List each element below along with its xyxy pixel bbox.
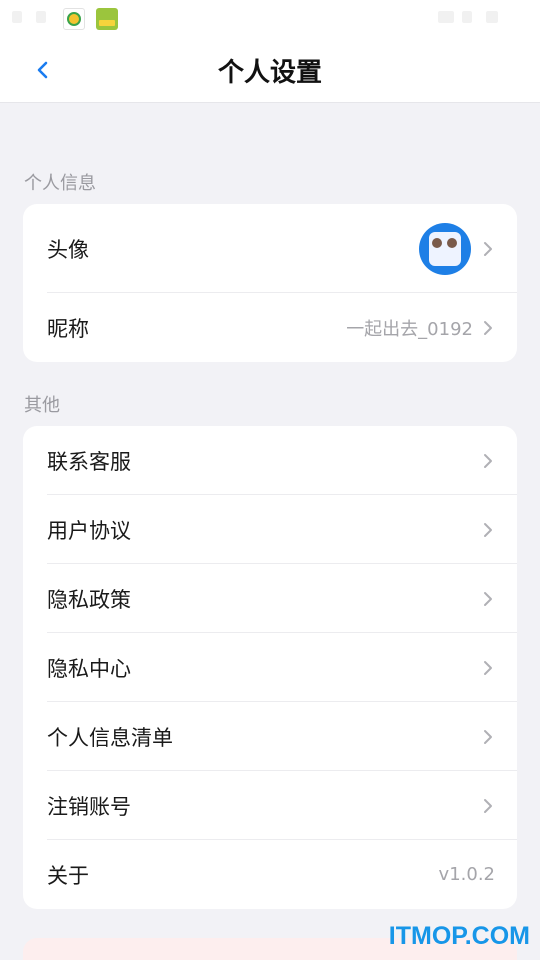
nickname-right: 一起出去_0192 xyxy=(346,315,495,341)
nickname-row[interactable]: 昵称 一起出去_0192 xyxy=(23,293,517,362)
chevron-right-icon xyxy=(484,453,492,468)
page-title: 个人设置 xyxy=(217,58,322,88)
avatar-right xyxy=(419,222,495,275)
list-item-label: 隐私政策 xyxy=(47,587,131,612)
list-item-contact-service[interactable]: 联系客服 xyxy=(23,426,517,495)
chevron-right-icon xyxy=(484,729,492,744)
status-bar xyxy=(0,0,540,36)
list-item-privacy-center[interactable]: 隐私中心 xyxy=(23,633,517,702)
notification-icon xyxy=(36,11,46,23)
watermark: ITMOP.COM xyxy=(388,922,530,950)
nickname-value: 一起出去_0192 xyxy=(346,318,473,340)
list-item-label: 隐私中心 xyxy=(47,656,131,681)
list-item-label: 注销账号 xyxy=(47,794,131,819)
chevron-right-icon xyxy=(484,591,492,606)
personal-info-card: 头像 昵称 一起出去_0192 xyxy=(23,204,517,362)
list-item-personal-info-list[interactable]: 个人信息清单 xyxy=(23,702,517,771)
list-item-delete-account[interactable]: 注销账号 xyxy=(23,771,517,840)
about-label: 关于 xyxy=(47,863,89,888)
signal-icon xyxy=(462,11,472,23)
chevron-right-icon xyxy=(484,320,492,335)
list-item-label: 用户协议 xyxy=(47,518,131,543)
section-label-personal: 个人信息 xyxy=(24,173,96,194)
battery-icon xyxy=(486,11,498,23)
chevron-right-icon xyxy=(484,522,492,537)
avatar-row[interactable]: 头像 xyxy=(23,204,517,293)
chevron-right-icon xyxy=(484,241,492,256)
avatar[interactable] xyxy=(419,222,471,275)
top-bar: 个人设置 xyxy=(0,0,540,103)
notification-icon xyxy=(12,11,22,23)
section-label-other: 其他 xyxy=(24,395,60,416)
app-notification-icon xyxy=(63,8,85,30)
list-item-privacy-policy[interactable]: 隐私政策 xyxy=(23,564,517,633)
version-value: v1.0.2 xyxy=(438,864,495,885)
nickname-label: 昵称 xyxy=(47,316,89,341)
list-item-user-agreement[interactable]: 用户协议 xyxy=(23,495,517,564)
chevron-right-icon xyxy=(484,798,492,813)
list-item-about[interactable]: 关于 v1.0.2 xyxy=(23,840,517,909)
app-notification-icon xyxy=(96,8,118,30)
other-card: 联系客服 用户协议 隐私政策 隐私中心 个人信息清单 注销账号 关于 v1.0.… xyxy=(23,426,517,909)
chevron-right-icon xyxy=(484,660,492,675)
list-item-label: 联系客服 xyxy=(47,449,131,474)
avatar-label: 头像 xyxy=(47,237,89,262)
list-item-label: 个人信息清单 xyxy=(47,725,173,750)
wifi-icon xyxy=(438,11,454,23)
